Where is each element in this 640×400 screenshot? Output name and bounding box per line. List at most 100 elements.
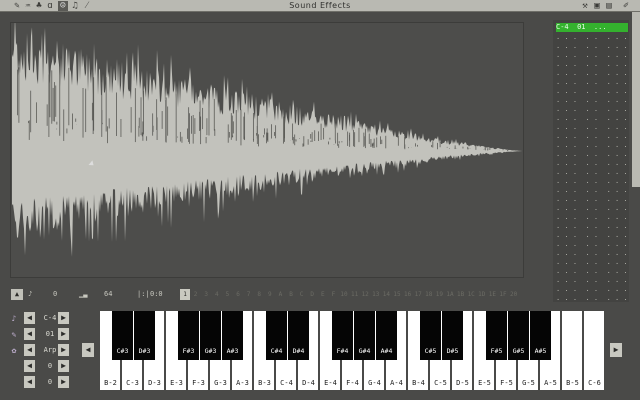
setting-decrease-button[interactable]: ◀ <box>24 328 35 340</box>
setting-increase-button[interactable]: ▶ <box>58 328 69 340</box>
sound-list-row[interactable]: . . . . . . . . <box>556 87 628 96</box>
sound-list-row[interactable]: . . . . . . . . <box>556 141 628 150</box>
tick-1D[interactable]: 1D <box>477 289 487 300</box>
setting-increase-button[interactable]: ▶ <box>58 360 69 372</box>
sound-list-row[interactable]: . . . . . . . . <box>556 42 628 51</box>
a-icon[interactable]: ɑ <box>45 1 55 11</box>
sound-list-row[interactable]: . . . . . . . . <box>556 267 628 276</box>
sound-list-row[interactable]: . . . . . . . . <box>556 285 628 294</box>
sound-list-row[interactable]: . . . . . . . . <box>556 69 628 78</box>
sound-list-row[interactable]: . . . . . . . . <box>556 249 628 258</box>
bucket-icon[interactable]: ♒ <box>23 1 33 11</box>
tick-1C[interactable]: 1C <box>466 289 476 300</box>
sound-list-row[interactable]: . . . . . . . . <box>556 60 628 69</box>
disk-icon[interactable]: ▣ <box>592 1 602 11</box>
sound-list-row[interactable]: . . . . . . . . <box>556 123 628 132</box>
white-key[interactable]: C-6 <box>584 311 605 390</box>
wand-icon[interactable]: ⁄ <box>82 1 92 11</box>
black-key[interactable]: F#5 <box>486 311 507 360</box>
tick-D[interactable]: D <box>307 289 317 300</box>
tick-9[interactable]: 9 <box>265 289 275 300</box>
black-key[interactable]: D#4 <box>288 311 309 360</box>
sound-list-row[interactable]: . . . . . . . . <box>556 177 628 186</box>
sound-list-row[interactable]: . . . . . . . . <box>556 258 628 267</box>
tick-20[interactable]: 20 <box>509 289 519 300</box>
setting-decrease-button[interactable]: ◀ <box>24 312 35 324</box>
sound-list-row[interactable]: . . . . . . . . <box>556 51 628 60</box>
tick-18[interactable]: 18 <box>424 289 434 300</box>
black-key[interactable]: G#4 <box>354 311 375 360</box>
sound-list-row[interactable]: . . . . . . . . <box>556 114 628 123</box>
black-key[interactable]: A#5 <box>530 311 551 360</box>
tree-icon[interactable]: ♣ <box>34 1 44 11</box>
black-key[interactable]: A#3 <box>222 311 243 360</box>
note-icon[interactable]: ♫ <box>70 1 80 11</box>
tick-17[interactable]: 17 <box>413 289 423 300</box>
tick-19[interactable]: 19 <box>434 289 444 300</box>
sound-list-row[interactable]: . . . . . . . . <box>556 96 628 105</box>
loop-value[interactable]: 0:0 <box>150 289 163 300</box>
scrollbar[interactable] <box>632 12 640 187</box>
tick-10[interactable]: 10 <box>339 289 349 300</box>
sound-list-row[interactable]: . . . . . . . . <box>556 78 628 87</box>
tick-15[interactable]: 15 <box>392 289 402 300</box>
wrench-icon[interactable]: ⚒ <box>580 1 590 11</box>
sound-list[interactable]: C-4 01 ... . . . . . . . .. . . . . . . … <box>553 20 629 302</box>
volume-value[interactable]: 0 <box>53 289 57 300</box>
sound-list-row[interactable]: . . . . . . . . <box>556 168 628 177</box>
setting-increase-button[interactable]: ▶ <box>58 312 69 324</box>
tick-1[interactable]: 1 <box>180 289 190 300</box>
setting-increase-button[interactable]: ▶ <box>58 344 69 356</box>
sound-list-row[interactable]: . . . . . . . . <box>556 150 628 159</box>
sound-list-row[interactable]: . . . . . . . . <box>556 222 628 231</box>
tick-B[interactable]: B <box>286 289 296 300</box>
tick-E[interactable]: E <box>318 289 328 300</box>
sound-list-row[interactable]: . . . . . . . . <box>556 231 628 240</box>
sound-list-row[interactable]: . . . . . . . . <box>556 240 628 249</box>
sound-list-row[interactable]: . . . . . . . . <box>556 213 628 222</box>
tick-3[interactable]: 3 <box>201 289 211 300</box>
setting-increase-button[interactable]: ▶ <box>58 376 69 388</box>
black-key[interactable]: G#5 <box>508 311 529 360</box>
robot-icon[interactable]: ☺ <box>58 1 68 11</box>
black-key[interactable]: C#5 <box>420 311 441 360</box>
tick-13[interactable]: 13 <box>371 289 381 300</box>
speed-value[interactable]: 64 <box>104 289 112 300</box>
sound-list-row[interactable]: . . . . . . . . <box>556 159 628 168</box>
black-key[interactable]: C#4 <box>266 311 287 360</box>
sound-list-row[interactable]: . . . . . . . . <box>556 294 628 303</box>
black-key[interactable]: G#3 <box>200 311 221 360</box>
black-key[interactable]: D#5 <box>442 311 463 360</box>
tick-1F[interactable]: 1F <box>498 289 508 300</box>
pencil-icon[interactable]: ✎ <box>12 1 22 11</box>
octave-right-button[interactable]: ▶ <box>610 343 622 357</box>
tick-5[interactable]: 5 <box>222 289 232 300</box>
black-key[interactable]: F#4 <box>332 311 353 360</box>
pencil-right-icon[interactable]: ✐ <box>621 1 631 11</box>
tick-F[interactable]: F <box>328 289 338 300</box>
tick-2[interactable]: 2 <box>191 289 201 300</box>
tick-A[interactable]: A <box>275 289 285 300</box>
black-key[interactable]: C#3 <box>112 311 133 360</box>
setting-decrease-button[interactable]: ◀ <box>24 344 35 356</box>
black-key[interactable]: D#3 <box>134 311 155 360</box>
page-icon[interactable]: ▤ <box>604 1 614 11</box>
octave-left-button[interactable]: ◀ <box>82 343 94 357</box>
tick-7[interactable]: 7 <box>244 289 254 300</box>
sound-list-row[interactable]: . . . . . . . . <box>556 132 628 141</box>
tick-4[interactable]: 4 <box>212 289 222 300</box>
waveform-panel[interactable] <box>10 22 524 278</box>
tick-6[interactable]: 6 <box>233 289 243 300</box>
tick-1E[interactable]: 1E <box>487 289 497 300</box>
tick-12[interactable]: 12 <box>360 289 370 300</box>
black-key[interactable]: F#3 <box>178 311 199 360</box>
sound-list-row[interactable]: . . . . . . . . <box>556 105 628 114</box>
sound-list-selected-row[interactable]: C-4 01 ... <box>556 23 628 32</box>
white-key[interactable]: B-5 <box>562 311 583 390</box>
sound-list-row[interactable]: . . . . . . . . <box>556 204 628 213</box>
tick-16[interactable]: 16 <box>403 289 413 300</box>
tick-8[interactable]: 8 <box>254 289 264 300</box>
black-key[interactable]: A#4 <box>376 311 397 360</box>
sound-list-row[interactable]: . . . . . . . . <box>556 33 628 42</box>
tick-14[interactable]: 14 <box>381 289 391 300</box>
